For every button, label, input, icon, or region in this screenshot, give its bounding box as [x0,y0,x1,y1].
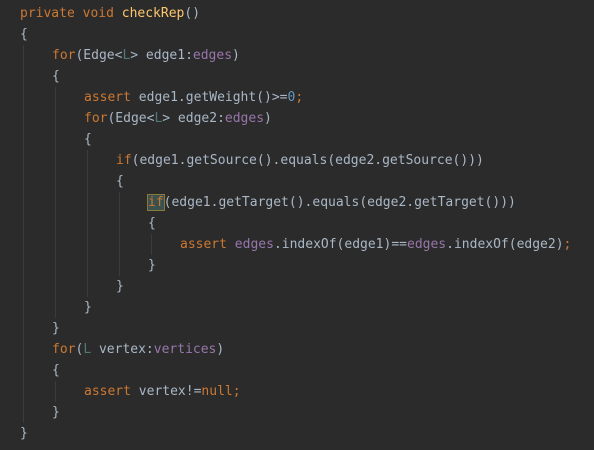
code-token: > edge2: [162,111,225,126]
code-line[interactable]: for(Edge<L> edge1:edges) [20,45,571,66]
code-line[interactable]: if(edge1.getSource().equals(edge2.getSou… [20,150,571,171]
code-token: assert [84,384,139,399]
code-token: } [84,300,92,315]
code-token: } [52,321,60,336]
code-token: checkRep [121,6,185,21]
code-token: private void [20,6,122,21]
code-token: { [52,363,60,378]
code-token: (edge1.getTarget().equals(edge2.getTarge… [163,195,516,210]
code-token: edge1.getWeight()>= [138,90,288,105]
code-token: { [84,132,92,147]
code-token: } [52,405,60,420]
code-line[interactable]: assert vertex!=null; [20,381,571,402]
code-line[interactable]: assert edge1.getWeight()>=0; [20,87,571,108]
code-token: { [20,27,28,42]
code-token: vertices [153,342,217,357]
code-token: ; [563,237,572,252]
code-token: .indexOf(edge2) [446,237,564,252]
code-token: > edge1: [130,48,193,63]
code-token: (Edge< [107,111,155,126]
code-token: edges [407,237,447,252]
code-token: ) [232,48,240,63]
code-line[interactable]: } [20,402,571,423]
code-token: ; [295,90,304,105]
code-token: vertex: [91,342,154,357]
code-token: { [116,174,124,189]
code-line[interactable]: } [20,297,571,318]
code-line[interactable]: { [20,171,571,192]
code-token: null [201,384,233,399]
code-token: () [184,6,201,21]
code-token: edges [234,237,274,252]
code-token: } [148,258,156,273]
code-line[interactable]: { [20,129,571,150]
code-line[interactable]: assert edges.indexOf(edge1)==edges.index… [20,234,571,255]
code-line[interactable]: for(Edge<L> edge2:edges) [20,108,571,129]
code-token: ) [216,342,225,357]
highlighted-keyword: if [147,194,165,211]
code-lines: private void checkRep(){for(Edge<L> edge… [20,3,571,444]
code-line[interactable]: if(edge1.getTarget().equals(edge2.getTar… [20,192,571,213]
code-line[interactable]: private void checkRep() [20,3,571,24]
code-token: (edge1.getSource().equals(edge2.getSourc… [131,153,484,168]
code-token: for [52,48,76,63]
code-token: edges [192,48,233,63]
code-token: ; [232,384,241,399]
code-token: assert [180,237,235,252]
code-line[interactable]: { [20,66,571,87]
code-editor[interactable]: private void checkRep(){for(Edge<L> edge… [0,0,594,450]
code-token: { [148,216,156,231]
code-token: L [83,342,92,357]
code-line[interactable]: } [20,423,571,444]
code-token: for [84,111,108,126]
code-line[interactable]: } [20,255,571,276]
code-line[interactable]: { [20,213,571,234]
code-token: ) [264,111,272,126]
code-line[interactable]: } [20,318,571,339]
code-token: } [20,426,28,441]
code-line[interactable]: { [20,24,571,45]
code-line[interactable]: } [20,276,571,297]
code-token: if [116,153,132,168]
code-line[interactable]: { [20,360,571,381]
code-token: (Edge< [75,48,123,63]
code-token: edges [224,111,265,126]
code-line[interactable]: for(L vertex:vertices) [20,339,571,360]
code-token: assert [84,90,139,105]
code-token: .indexOf(edge1)== [273,237,407,252]
code-token: { [52,69,60,84]
code-token: } [116,279,124,294]
code-token: for [52,342,76,357]
code-token: vertex!= [138,384,202,399]
